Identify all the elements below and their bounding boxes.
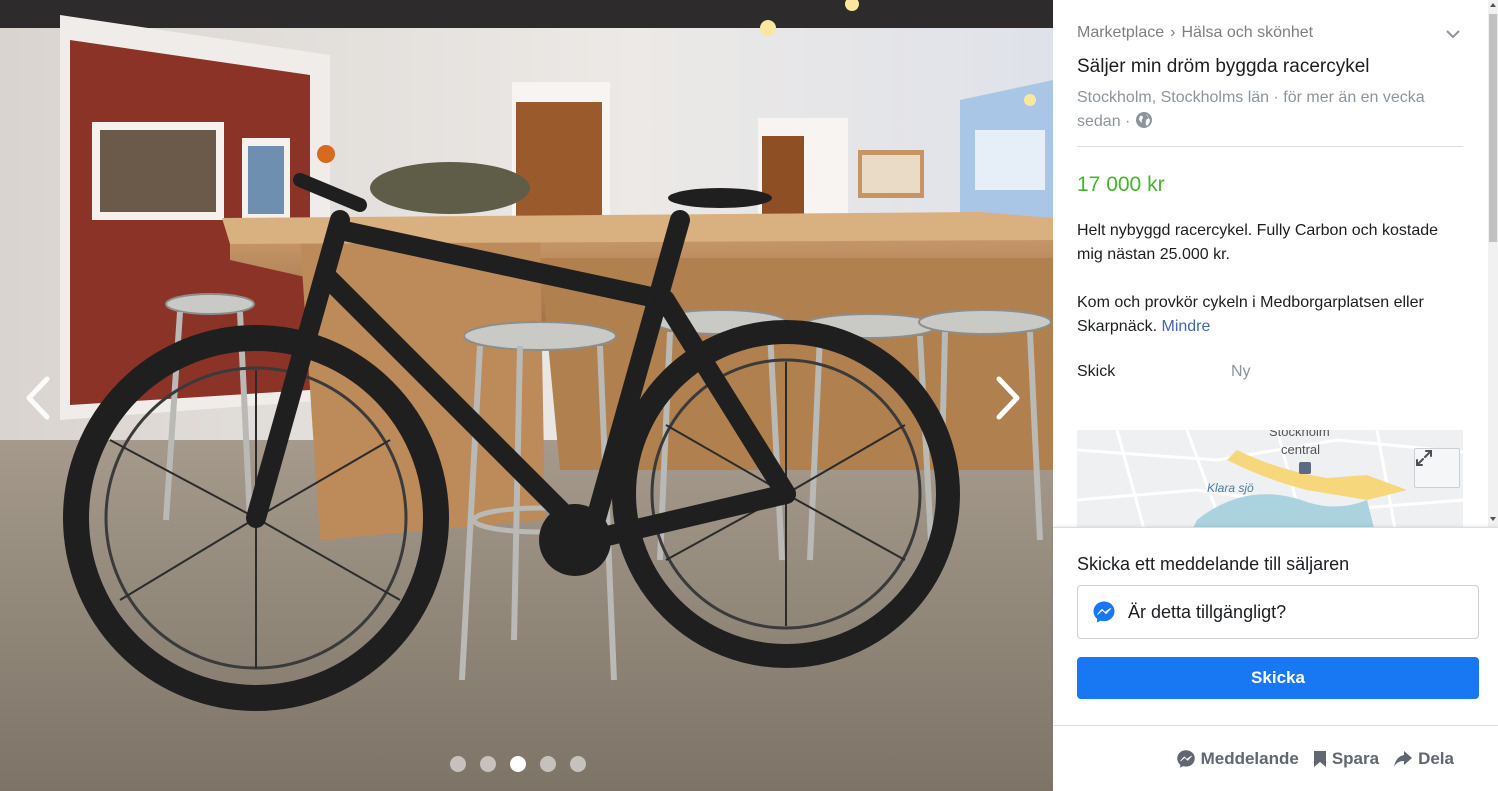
photo-viewer bbox=[0, 0, 1053, 791]
previous-photo-button[interactable] bbox=[16, 370, 60, 426]
share-action-label: Dela bbox=[1418, 748, 1454, 768]
show-less-link[interactable]: Mindre bbox=[1162, 318, 1211, 335]
message-input[interactable] bbox=[1128, 601, 1458, 623]
listing-details-panel: Marketplace › Hälsa och skönhet Säljer m… bbox=[1053, 0, 1498, 791]
scroll-up-arrow[interactable] bbox=[1490, 3, 1496, 7]
map-label-stockholm: Stockholm bbox=[1269, 430, 1330, 439]
share-action-button[interactable]: Dela bbox=[1393, 749, 1454, 769]
condition-label: Skick bbox=[1077, 363, 1116, 380]
globe-icon bbox=[1135, 112, 1152, 128]
messenger-icon bbox=[1093, 601, 1115, 623]
chevron-down-icon bbox=[1446, 30, 1460, 39]
listing-photo bbox=[0, 0, 1053, 791]
collapse-button[interactable] bbox=[1446, 26, 1460, 44]
message-seller-title: Skicka ett meddelande till säljaren bbox=[1077, 554, 1350, 574]
map-graphic: Stockholm central Klara sjö bbox=[1077, 430, 1463, 527]
message-action-label: Meddelande bbox=[1200, 748, 1299, 768]
scrollbar-thumb[interactable] bbox=[1489, 14, 1497, 242]
listing-info: Marketplace › Hälsa och skönhet Säljer m… bbox=[1053, 0, 1488, 527]
message-seller-section: Skicka ett meddelande till säljaren Skic… bbox=[1053, 527, 1498, 725]
listing-price: 17 000 kr bbox=[1077, 173, 1165, 196]
photo-dot[interactable] bbox=[480, 756, 496, 772]
save-action-button[interactable]: Spara bbox=[1313, 749, 1379, 769]
breadcrumb: Marketplace › Hälsa och skönhet bbox=[1077, 24, 1464, 42]
location-time-text: Stockholm, Stockholms län · för mer än e… bbox=[1077, 89, 1425, 130]
chevron-right-icon bbox=[996, 376, 1020, 420]
location-map[interactable]: Stockholm central Klara sjö bbox=[1077, 430, 1463, 527]
bookmark-icon bbox=[1313, 750, 1326, 767]
photo-pagination bbox=[450, 756, 586, 772]
map-label-central: central bbox=[1281, 442, 1320, 457]
condition-value: Ny bbox=[1231, 363, 1251, 380]
messenger-icon bbox=[1176, 749, 1195, 768]
message-action-button[interactable]: Meddelande bbox=[1176, 749, 1299, 769]
details-scrollbar[interactable] bbox=[1488, 0, 1498, 527]
listing-description: Helt nybyggd racercykel. Fully Carbon oc… bbox=[1077, 219, 1447, 339]
description-paragraph-1: Helt nybyggd racercykel. Fully Carbon oc… bbox=[1077, 222, 1439, 263]
breadcrumb-category[interactable]: Hälsa och skönhet bbox=[1181, 24, 1313, 42]
send-message-button[interactable]: Skicka bbox=[1077, 657, 1479, 699]
location-and-time: Stockholm, Stockholms län · för mer än e… bbox=[1077, 86, 1447, 134]
photo-dot[interactable] bbox=[510, 756, 526, 772]
map-label-klara-sjo: Klara sjö bbox=[1207, 481, 1254, 495]
description-paragraph-2: Kom och provkör cykeln i Medborgarplatse… bbox=[1077, 291, 1447, 339]
listing-actions: Meddelande Spara Dela bbox=[1053, 725, 1498, 791]
condition-row: Skick Ny bbox=[1077, 363, 1464, 381]
breadcrumb-separator: › bbox=[1170, 24, 1176, 41]
breadcrumb-marketplace[interactable]: Marketplace bbox=[1077, 24, 1164, 42]
message-input-box[interactable] bbox=[1077, 585, 1479, 639]
expand-icon bbox=[1416, 450, 1432, 466]
description-text-2: Kom och provkör cykeln i Medborgarplatse… bbox=[1077, 294, 1424, 335]
photo-dot[interactable] bbox=[540, 756, 556, 772]
divider bbox=[1077, 146, 1463, 147]
photo-dot[interactable] bbox=[570, 756, 586, 772]
photo-dot[interactable] bbox=[450, 756, 466, 772]
share-icon bbox=[1394, 750, 1413, 767]
expand-map-button[interactable] bbox=[1414, 448, 1460, 488]
chevron-left-icon bbox=[26, 376, 50, 420]
save-action-label: Spara bbox=[1331, 748, 1380, 768]
scroll-down-arrow[interactable] bbox=[1490, 517, 1496, 521]
listing-title: Säljer min dröm byggda racercykel bbox=[1077, 56, 1370, 77]
next-photo-button[interactable] bbox=[986, 370, 1030, 426]
